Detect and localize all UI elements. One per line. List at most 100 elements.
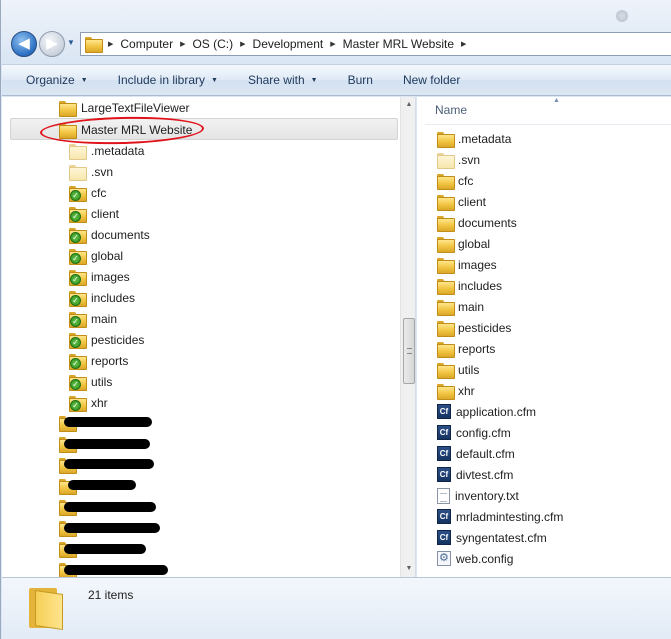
list-item[interactable]: Cf default.cfm [437, 443, 515, 464]
folder-icon: ✓ [69, 248, 87, 265]
tree-item-pesticides[interactable]: ✓ pesticides [69, 329, 144, 350]
file-name: main [458, 299, 485, 314]
tree-item-label: documents [91, 227, 150, 242]
list-item[interactable]: inventory.txt [437, 485, 519, 506]
list-item[interactable]: Cf mrladmintesting.cfm [437, 506, 563, 527]
tree-item-cfc[interactable]: ✓ cfc [69, 182, 106, 203]
list-item[interactable]: Cf syngentatest.cfm [437, 527, 547, 548]
list-item[interactable]: Cf divtest.cfm [437, 464, 513, 485]
new-folder-button[interactable]: New folder [385, 73, 472, 87]
tree-item-documents[interactable]: ✓ documents [69, 224, 150, 245]
breadcrumb-separator-icon[interactable]: ▶ [461, 40, 466, 48]
scrollbar-thumb[interactable] [403, 318, 415, 384]
folder-icon [437, 320, 455, 337]
list-item[interactable]: .metadata [437, 128, 511, 149]
address-bar[interactable]: ▶ Computer ▶ OS (C:) ▶ Development ▶ Mas… [80, 32, 671, 56]
file-name: images [458, 257, 497, 272]
file-name: syngentatest.cfm [456, 530, 547, 545]
redaction-mark [64, 523, 160, 533]
scroll-up-arrow-icon[interactable]: ▲ [401, 97, 415, 113]
burn-button[interactable]: Burn [330, 73, 385, 87]
folder-icon [437, 278, 455, 295]
file-name: utils [458, 362, 480, 377]
tree-item-utils[interactable]: ✓ utils [69, 371, 112, 392]
folder-icon [437, 383, 455, 400]
breadcrumb-current-folder[interactable]: Master MRL Website [343, 37, 454, 51]
list-item[interactable]: main [437, 296, 484, 317]
tree-item-global[interactable]: ✓ global [69, 245, 123, 266]
list-item[interactable]: global [437, 233, 490, 254]
tree-item-includes[interactable]: ✓ includes [69, 287, 135, 308]
organize-label: Organize [26, 73, 75, 87]
coldfusion-file-icon: Cf [437, 425, 451, 440]
text-file-icon [437, 487, 450, 504]
folder-icon: ✓ [69, 311, 87, 328]
coldfusion-file-icon: Cf [437, 509, 451, 524]
list-item[interactable]: .svn [437, 149, 480, 170]
tree-item-largetextfileviewer[interactable]: LargeTextFileViewer [59, 97, 190, 118]
list-item[interactable]: xhr [437, 380, 475, 401]
back-arrow-icon[interactable]: ◀ [11, 31, 37, 57]
file-name: mrladmintesting.cfm [456, 509, 564, 524]
recent-pages-dropdown-icon[interactable]: ▼ [67, 38, 75, 47]
tree-item-images[interactable]: ✓ images [69, 266, 130, 287]
tree-item-label: reports [91, 353, 129, 368]
svn-ok-overlay-icon: ✓ [70, 315, 81, 327]
list-item[interactable]: utils [437, 359, 479, 380]
include-in-library-button[interactable]: Include in library ▼ [100, 73, 230, 87]
tree-item-label: global [91, 248, 124, 263]
folder-icon [437, 299, 455, 316]
tree-item-label: LargeTextFileViewer [81, 100, 190, 115]
breadcrumb-computer[interactable]: Computer [120, 37, 173, 51]
breadcrumb-drive[interactable]: OS (C:) [192, 37, 233, 51]
file-name: cfc [458, 173, 474, 188]
folder-icon: ✓ [69, 332, 87, 349]
folder-icon: ✓ [69, 206, 87, 223]
breadcrumb-separator-icon[interactable]: ▶ [180, 40, 185, 48]
tree-item-xhr[interactable]: ✓ xhr [69, 392, 108, 413]
tree-item-client[interactable]: ✓ client [69, 203, 119, 224]
tree-item-dot-metadata[interactable]: .metadata [69, 140, 144, 161]
list-item[interactable]: images [437, 254, 497, 275]
list-item[interactable]: pesticides [437, 317, 511, 338]
file-name: reports [458, 341, 496, 356]
share-with-label: Share with [247, 73, 305, 87]
list-item[interactable]: Cf application.cfm [437, 401, 536, 422]
share-with-button[interactable]: Share with ▼ [230, 73, 330, 87]
folder-icon [437, 152, 455, 169]
list-item[interactable]: cfc [437, 170, 473, 191]
tree-item-reports[interactable]: ✓ reports [69, 350, 128, 371]
tree-item-dot-svn[interactable]: .svn [69, 161, 113, 182]
file-name: divtest.cfm [456, 467, 514, 482]
coldfusion-file-icon: Cf [437, 530, 451, 545]
window-control-icon[interactable] [616, 10, 628, 22]
breadcrumb-development[interactable]: Development [253, 37, 324, 51]
chevron-down-icon: ▼ [80, 76, 88, 84]
file-name: inventory.txt [455, 488, 519, 503]
breadcrumb-separator-icon[interactable]: ▶ [108, 40, 113, 48]
tree-item-main[interactable]: ✓ main [69, 308, 117, 329]
list-item[interactable]: web.config [437, 548, 513, 569]
folder-icon [69, 164, 87, 181]
breadcrumb-separator-icon[interactable]: ▶ [330, 40, 335, 48]
list-item[interactable]: Cf config.cfm [437, 422, 511, 443]
folder-icon: ✓ [69, 185, 87, 202]
folder-icon [437, 362, 455, 379]
organize-button[interactable]: Organize ▼ [2, 73, 100, 87]
navigation-scrollbar[interactable]: ▲ ▼ [400, 97, 415, 577]
list-item[interactable]: includes [437, 275, 502, 296]
folder-icon [437, 215, 455, 232]
file-name: client [458, 194, 487, 209]
forward-arrow-icon[interactable]: ▶ [39, 31, 65, 57]
redaction-mark [64, 544, 146, 554]
config-file-icon [437, 551, 451, 566]
list-item[interactable]: client [437, 191, 486, 212]
file-name: .metadata [458, 131, 512, 146]
tree-item-label: .svn [91, 164, 114, 179]
item-count: 21 items [88, 588, 134, 602]
list-item[interactable]: documents [437, 212, 517, 233]
column-header-name[interactable]: Name [435, 103, 467, 117]
scroll-down-arrow-icon[interactable]: ▼ [401, 561, 415, 577]
list-item[interactable]: reports [437, 338, 495, 359]
breadcrumb-separator-icon[interactable]: ▶ [240, 40, 245, 48]
